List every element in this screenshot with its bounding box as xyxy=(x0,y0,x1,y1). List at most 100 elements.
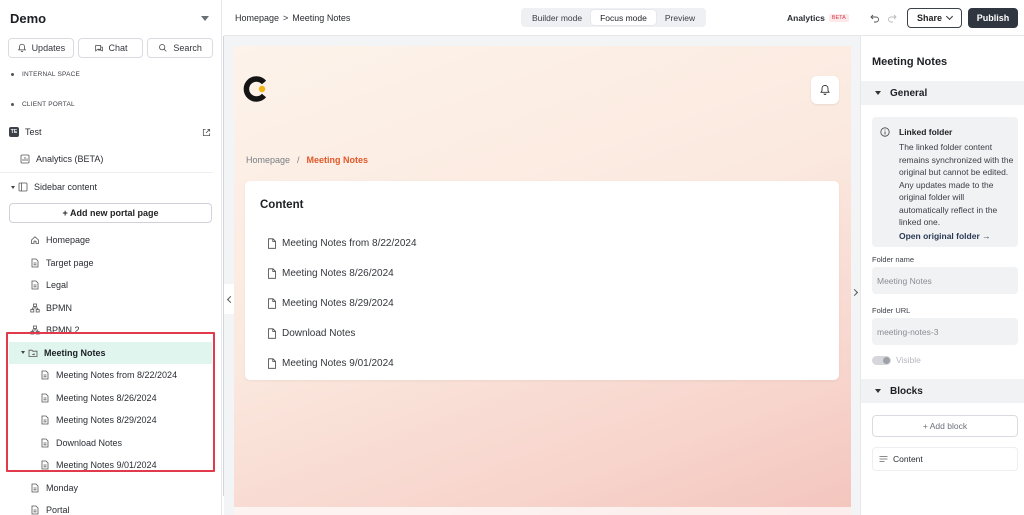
sidebar-item-meeting-notes-0822[interactable]: Meeting Notes from 8/22/2024 xyxy=(0,364,221,387)
add-portal-page-button[interactable]: + Add new portal page xyxy=(9,203,212,223)
analytics-link[interactable]: Analytics BETA xyxy=(787,13,849,23)
section-client-label: CLIENT PORTAL xyxy=(22,100,75,108)
sidebar-content-label: Sidebar content xyxy=(34,182,98,192)
caret-down-icon[interactable] xyxy=(21,351,25,355)
bell-icon xyxy=(17,43,26,53)
caret-down-icon xyxy=(875,389,881,393)
redo-icon[interactable] xyxy=(887,13,897,23)
section-internal-space[interactable]: INTERNAL SPACE xyxy=(0,59,221,89)
sidebar-item-meeting-notes-0829[interactable]: Meeting Notes 8/29/2024 xyxy=(0,409,221,432)
content-item[interactable]: Meeting Notes 8/26/2024 xyxy=(267,258,417,288)
sidebar-content-toggle[interactable]: Sidebar content xyxy=(0,173,221,201)
document-icon xyxy=(268,267,276,279)
sidebar-item-legal[interactable]: Legal xyxy=(0,274,221,297)
collapse-left-sidebar-button[interactable] xyxy=(224,284,234,314)
visible-toggle-row: Visible xyxy=(872,355,921,365)
tab-preview[interactable]: Preview xyxy=(656,10,704,25)
folder-name-field[interactable]: Meeting Notes xyxy=(872,267,1018,294)
block-item-label: Content xyxy=(893,454,923,464)
content-item[interactable]: Meeting Notes 8/29/2024 xyxy=(267,288,417,318)
sidebar-item-bpmn[interactable]: BPMN xyxy=(0,297,221,320)
portal-test[interactable]: TE Test xyxy=(0,119,221,145)
breadcrumb: Homepage > Meeting Notes xyxy=(235,13,350,23)
sidebar-item-meeting-notes-0901[interactable]: Meeting Notes 9/01/2024 xyxy=(0,454,221,477)
updates-button[interactable]: Updates xyxy=(8,38,74,58)
portal-badge: TE xyxy=(9,127,19,137)
document-icon xyxy=(41,393,49,403)
chevron-down-icon[interactable] xyxy=(201,15,209,21)
collapse-right-panel-button[interactable] xyxy=(850,277,860,307)
blocks-section-header[interactable]: Blocks xyxy=(861,379,1024,403)
content-item-label: Download Notes xyxy=(282,327,356,339)
document-icon xyxy=(41,370,49,380)
section-client-portal[interactable]: CLIENT PORTAL xyxy=(0,89,221,119)
page-breadcrumb-home[interactable]: Homepage xyxy=(246,155,290,165)
sidebar-item-label: BPMN 2 xyxy=(46,325,80,336)
content-item-label: Meeting Notes 8/26/2024 xyxy=(282,267,394,279)
content-item[interactable]: Meeting Notes from 8/22/2024 xyxy=(267,228,417,258)
visible-toggle[interactable] xyxy=(872,355,891,365)
analytics-label: Analytics (BETA) xyxy=(36,153,104,164)
bell-icon xyxy=(820,85,830,95)
beta-badge: BETA xyxy=(828,13,849,22)
home-icon xyxy=(31,236,39,245)
content-item[interactable]: Meeting Notes 9/01/2024 xyxy=(267,348,417,378)
undo-icon[interactable] xyxy=(870,13,880,23)
document-icon xyxy=(268,357,276,369)
panel-title: Meeting Notes xyxy=(872,56,948,68)
chevron-down-icon xyxy=(945,12,954,21)
sidebar-item-homepage[interactable]: Homepage xyxy=(0,229,221,252)
share-label: Share xyxy=(916,13,942,23)
sidebar-item-label: Target page xyxy=(46,257,94,268)
content-item-label: Meeting Notes from 8/22/2024 xyxy=(282,237,417,249)
general-section-header[interactable]: General xyxy=(861,81,1024,105)
sidebar-item-download-notes[interactable]: Download Notes xyxy=(0,432,221,455)
info-text: The linked folder content remains synchr… xyxy=(899,142,1014,227)
breadcrumb-homepage[interactable]: Homepage xyxy=(235,13,279,23)
page-breadcrumb-current: Meeting Notes xyxy=(306,155,369,165)
open-original-folder-link[interactable]: Open original folder → xyxy=(899,231,991,241)
share-button[interactable]: Share xyxy=(907,8,962,28)
caret-down-icon xyxy=(11,185,15,189)
properties-panel: Meeting Notes General Linked folder The … xyxy=(860,36,1024,515)
sidebar-item-bpmn-2[interactable]: BPMN 2 xyxy=(0,319,221,342)
chat-button[interactable]: Chat xyxy=(77,38,144,58)
search-button[interactable]: Search xyxy=(147,38,214,58)
sidebar-item-meeting-notes-0826[interactable]: Meeting Notes 8/26/2024 xyxy=(0,387,221,410)
chat-label: Chat xyxy=(108,43,128,53)
page-footer-strip xyxy=(234,507,851,515)
analytics-label: Analytics xyxy=(787,12,825,23)
layout-icon xyxy=(18,182,28,192)
blocks-label: Blocks xyxy=(890,385,923,397)
folder-name-label: Folder name xyxy=(872,255,915,264)
section-internal-label: INTERNAL SPACE xyxy=(22,70,81,78)
sidebar-item-portal[interactable]: Portal xyxy=(0,499,221,515)
sidebar-item-label: Meeting Notes 8/29/2024 xyxy=(56,415,157,426)
portal-page-preview: Homepage / Meeting Notes Content Meeting… xyxy=(234,46,851,515)
text-lines-icon xyxy=(879,456,888,462)
external-link-icon[interactable] xyxy=(202,128,211,137)
visible-label: Visible xyxy=(896,355,921,365)
preview-canvas: Homepage / Meeting Notes Content Meeting… xyxy=(224,36,860,515)
sidebar-item-monday[interactable]: Monday xyxy=(0,477,221,500)
brand-logo xyxy=(243,76,267,102)
add-block-button[interactable]: + Add block xyxy=(872,415,1018,437)
bullet-icon xyxy=(11,72,14,76)
search-icon xyxy=(159,44,168,52)
notifications-button[interactable] xyxy=(811,76,839,104)
folder-url-field[interactable]: meeting-notes-3 xyxy=(872,318,1018,345)
workspace-header[interactable]: Demo xyxy=(0,0,221,36)
tab-builder-mode[interactable]: Builder mode xyxy=(523,10,591,25)
document-icon xyxy=(268,327,276,339)
document-icon xyxy=(268,237,276,249)
sidebar-item-target-page[interactable]: Target page xyxy=(0,252,221,275)
search-label: Search xyxy=(173,43,202,53)
sidebar-item-analytics[interactable]: Analytics (BETA) xyxy=(0,145,213,173)
content-item[interactable]: Download Notes xyxy=(267,318,417,348)
tab-focus-mode[interactable]: Focus mode xyxy=(591,10,656,25)
block-item-content[interactable]: Content xyxy=(872,447,1018,471)
publish-button[interactable]: Publish xyxy=(968,8,1018,28)
breadcrumb-current: Meeting Notes xyxy=(292,12,351,23)
sidebar-item-meeting-notes-folder[interactable]: Meeting Notes xyxy=(9,341,212,364)
updates-label: Updates xyxy=(31,43,66,53)
